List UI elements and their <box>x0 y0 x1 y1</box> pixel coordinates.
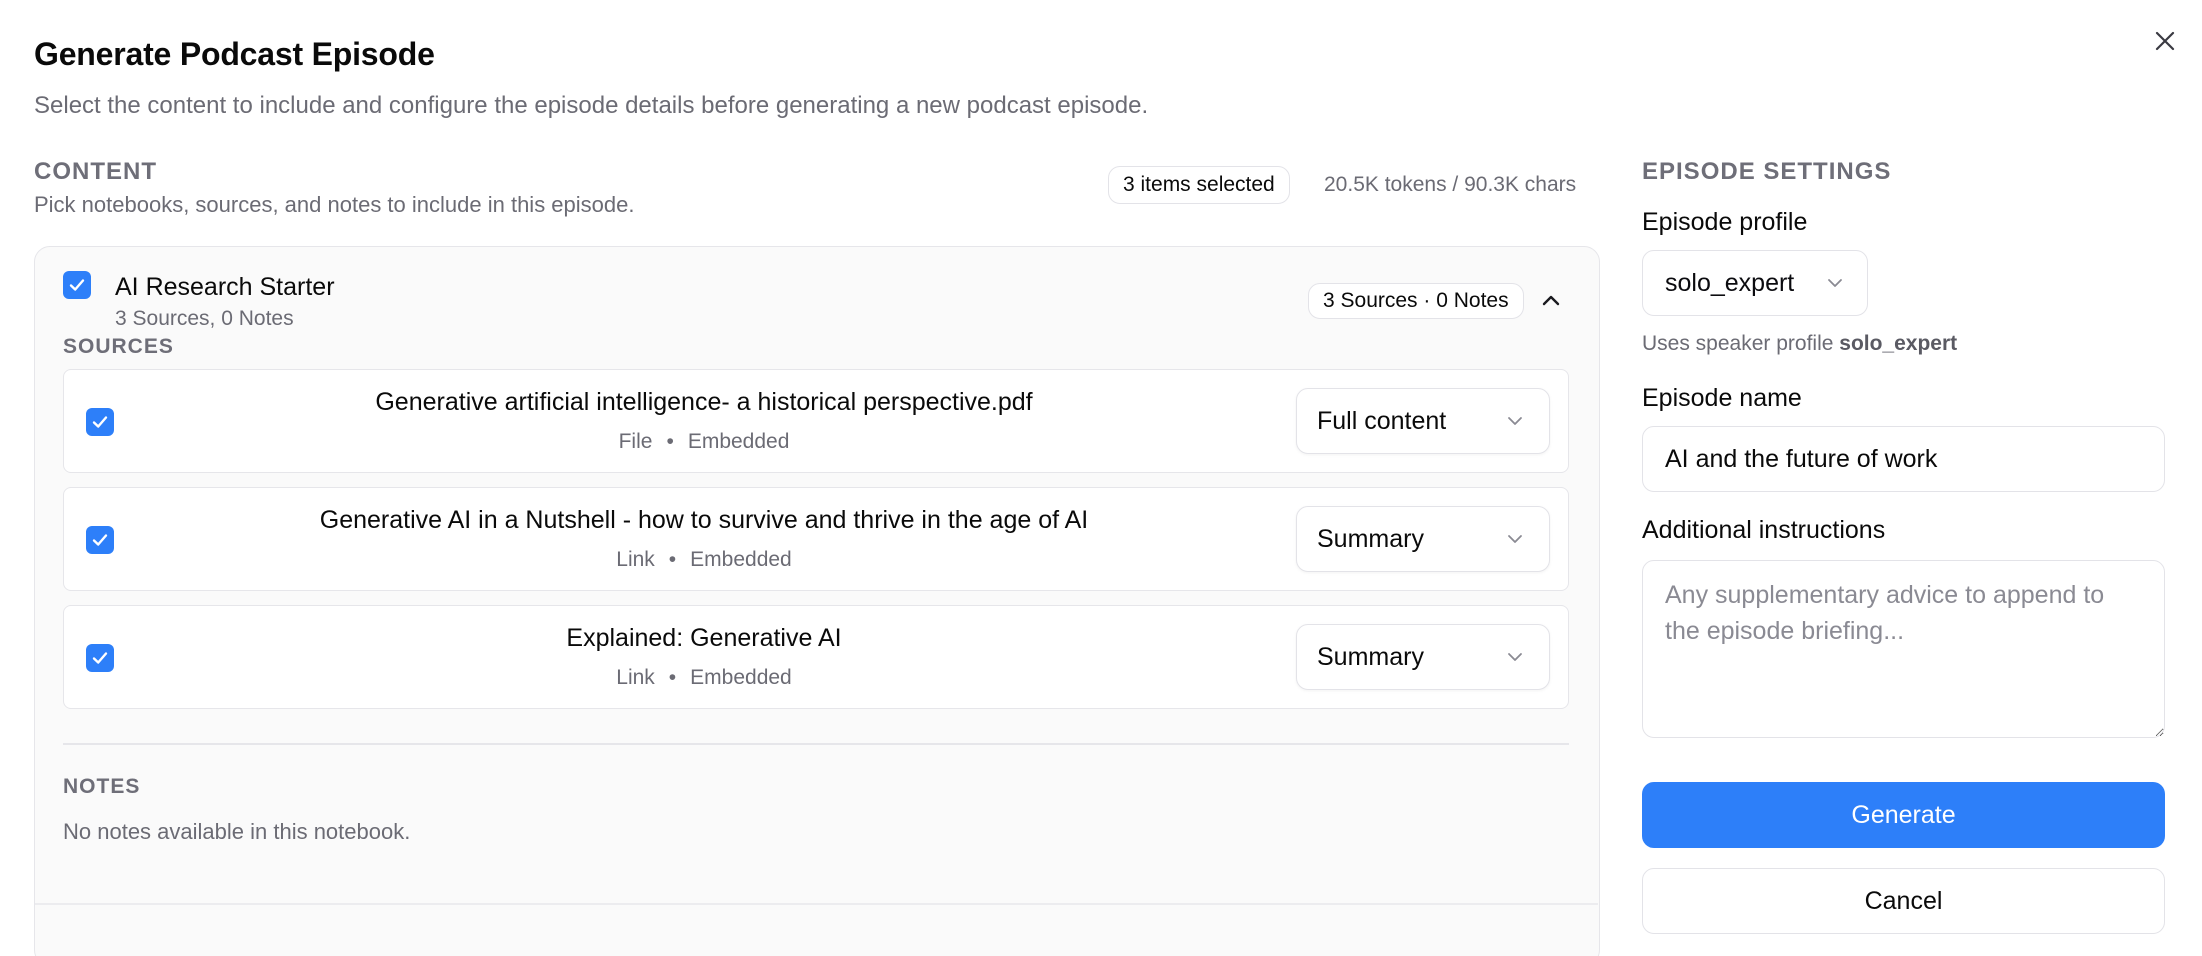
profile-hint: Uses speaker profile solo_expert <box>1642 332 1957 356</box>
content-description: Pick notebooks, sources, and notes to in… <box>34 192 635 217</box>
source-row: Generative AI in a Nutshell - how to sur… <box>63 487 1569 591</box>
profile-hint-prefix: Uses speaker profile <box>1642 332 1840 355</box>
chevron-up-icon[interactable] <box>1539 289 1563 313</box>
episode-profile-label: Episode profile <box>1642 208 1808 236</box>
source-checkbox[interactable] <box>86 526 114 554</box>
source-meta: Link • Embedded <box>154 548 1254 572</box>
source-meta: File • Embedded <box>154 430 1254 454</box>
close-icon <box>2155 31 2175 51</box>
check-icon <box>69 279 85 291</box>
chevron-down-icon <box>1828 279 1842 287</box>
token-info: 20.5K tokens / 90.3K chars <box>1324 173 1577 196</box>
source-meta: Link • Embedded <box>154 666 1254 690</box>
source-checkbox[interactable] <box>86 408 114 436</box>
notebook-counts-badge: 3 Sources · 0 Notes <box>1308 283 1524 319</box>
check-icon <box>92 652 108 664</box>
source-mode-value: Full content <box>1317 406 1447 435</box>
source-status: Embedded <box>687 430 790 453</box>
episode-profile-value: solo_expert <box>1665 268 1795 297</box>
additional-instructions-input[interactable] <box>1642 560 2165 738</box>
episode-settings-label: Episode Settings <box>1642 158 1892 185</box>
separator-dot: • <box>668 548 677 571</box>
additional-instructions-label: Additional instructions <box>1642 516 1886 544</box>
cancel-button[interactable]: Cancel <box>1642 868 2165 934</box>
source-mode-select[interactable]: Full content <box>1296 388 1550 454</box>
episode-name-input[interactable] <box>1642 426 2165 492</box>
notebook-card: AI Research Starter 3 Sources, 0 Notes 3… <box>34 246 1600 956</box>
close-button[interactable] <box>2150 26 2180 56</box>
source-mode-value: Summary <box>1317 642 1424 671</box>
source-checkbox[interactable] <box>86 644 114 672</box>
chevron-down-icon <box>1508 417 1522 425</box>
source-mode-value: Summary <box>1317 524 1424 553</box>
notebook-title: AI Research Starter <box>115 273 335 301</box>
chevron-down-icon <box>1508 653 1522 661</box>
divider <box>35 903 1598 905</box>
source-row: Generative artificial intelligence- a hi… <box>63 369 1569 473</box>
notebook-subtitle: 3 Sources, 0 Notes <box>115 307 294 330</box>
sources-label: Sources <box>63 335 174 358</box>
dialog-subtitle: Select the content to include and config… <box>34 92 1149 119</box>
divider <box>63 743 1569 745</box>
episode-profile-select[interactable]: solo_expert <box>1642 250 1868 316</box>
episode-name-label: Episode name <box>1642 384 1802 412</box>
notes-label: Notes <box>63 775 141 798</box>
check-icon <box>92 534 108 546</box>
source-mode-select[interactable]: Summary <box>1296 624 1550 690</box>
separator-dot: • <box>666 430 674 453</box>
separator-dot: • <box>668 666 677 689</box>
source-status: Embedded <box>690 548 792 571</box>
source-status: Embedded <box>690 666 792 689</box>
notebook-checkbox[interactable] <box>63 271 91 299</box>
check-icon <box>92 416 108 428</box>
source-row: Explained: Generative AI Link • Embedded S… <box>63 605 1569 709</box>
content-section-label: Content <box>34 158 157 185</box>
generate-button[interactable]: Generate <box>1642 782 2165 848</box>
profile-hint-value: solo_expert <box>1839 332 1958 355</box>
selected-count-badge: 3 items selected <box>1108 166 1290 204</box>
source-title: Explained: Generative AI <box>566 624 842 652</box>
source-type: Link <box>616 548 655 571</box>
source-type: File <box>618 430 653 453</box>
source-title: Generative artificial intelligence- a hi… <box>375 388 1033 416</box>
source-title: Generative AI in a Nutshell - how to sur… <box>319 506 1089 534</box>
chevron-down-icon <box>1508 535 1522 543</box>
source-type: Link <box>616 666 655 689</box>
source-mode-select[interactable]: Summary <box>1296 506 1550 572</box>
dialog-title: Generate Podcast Episode <box>34 36 435 72</box>
notes-empty-message: No notes available in this notebook. <box>63 819 411 844</box>
